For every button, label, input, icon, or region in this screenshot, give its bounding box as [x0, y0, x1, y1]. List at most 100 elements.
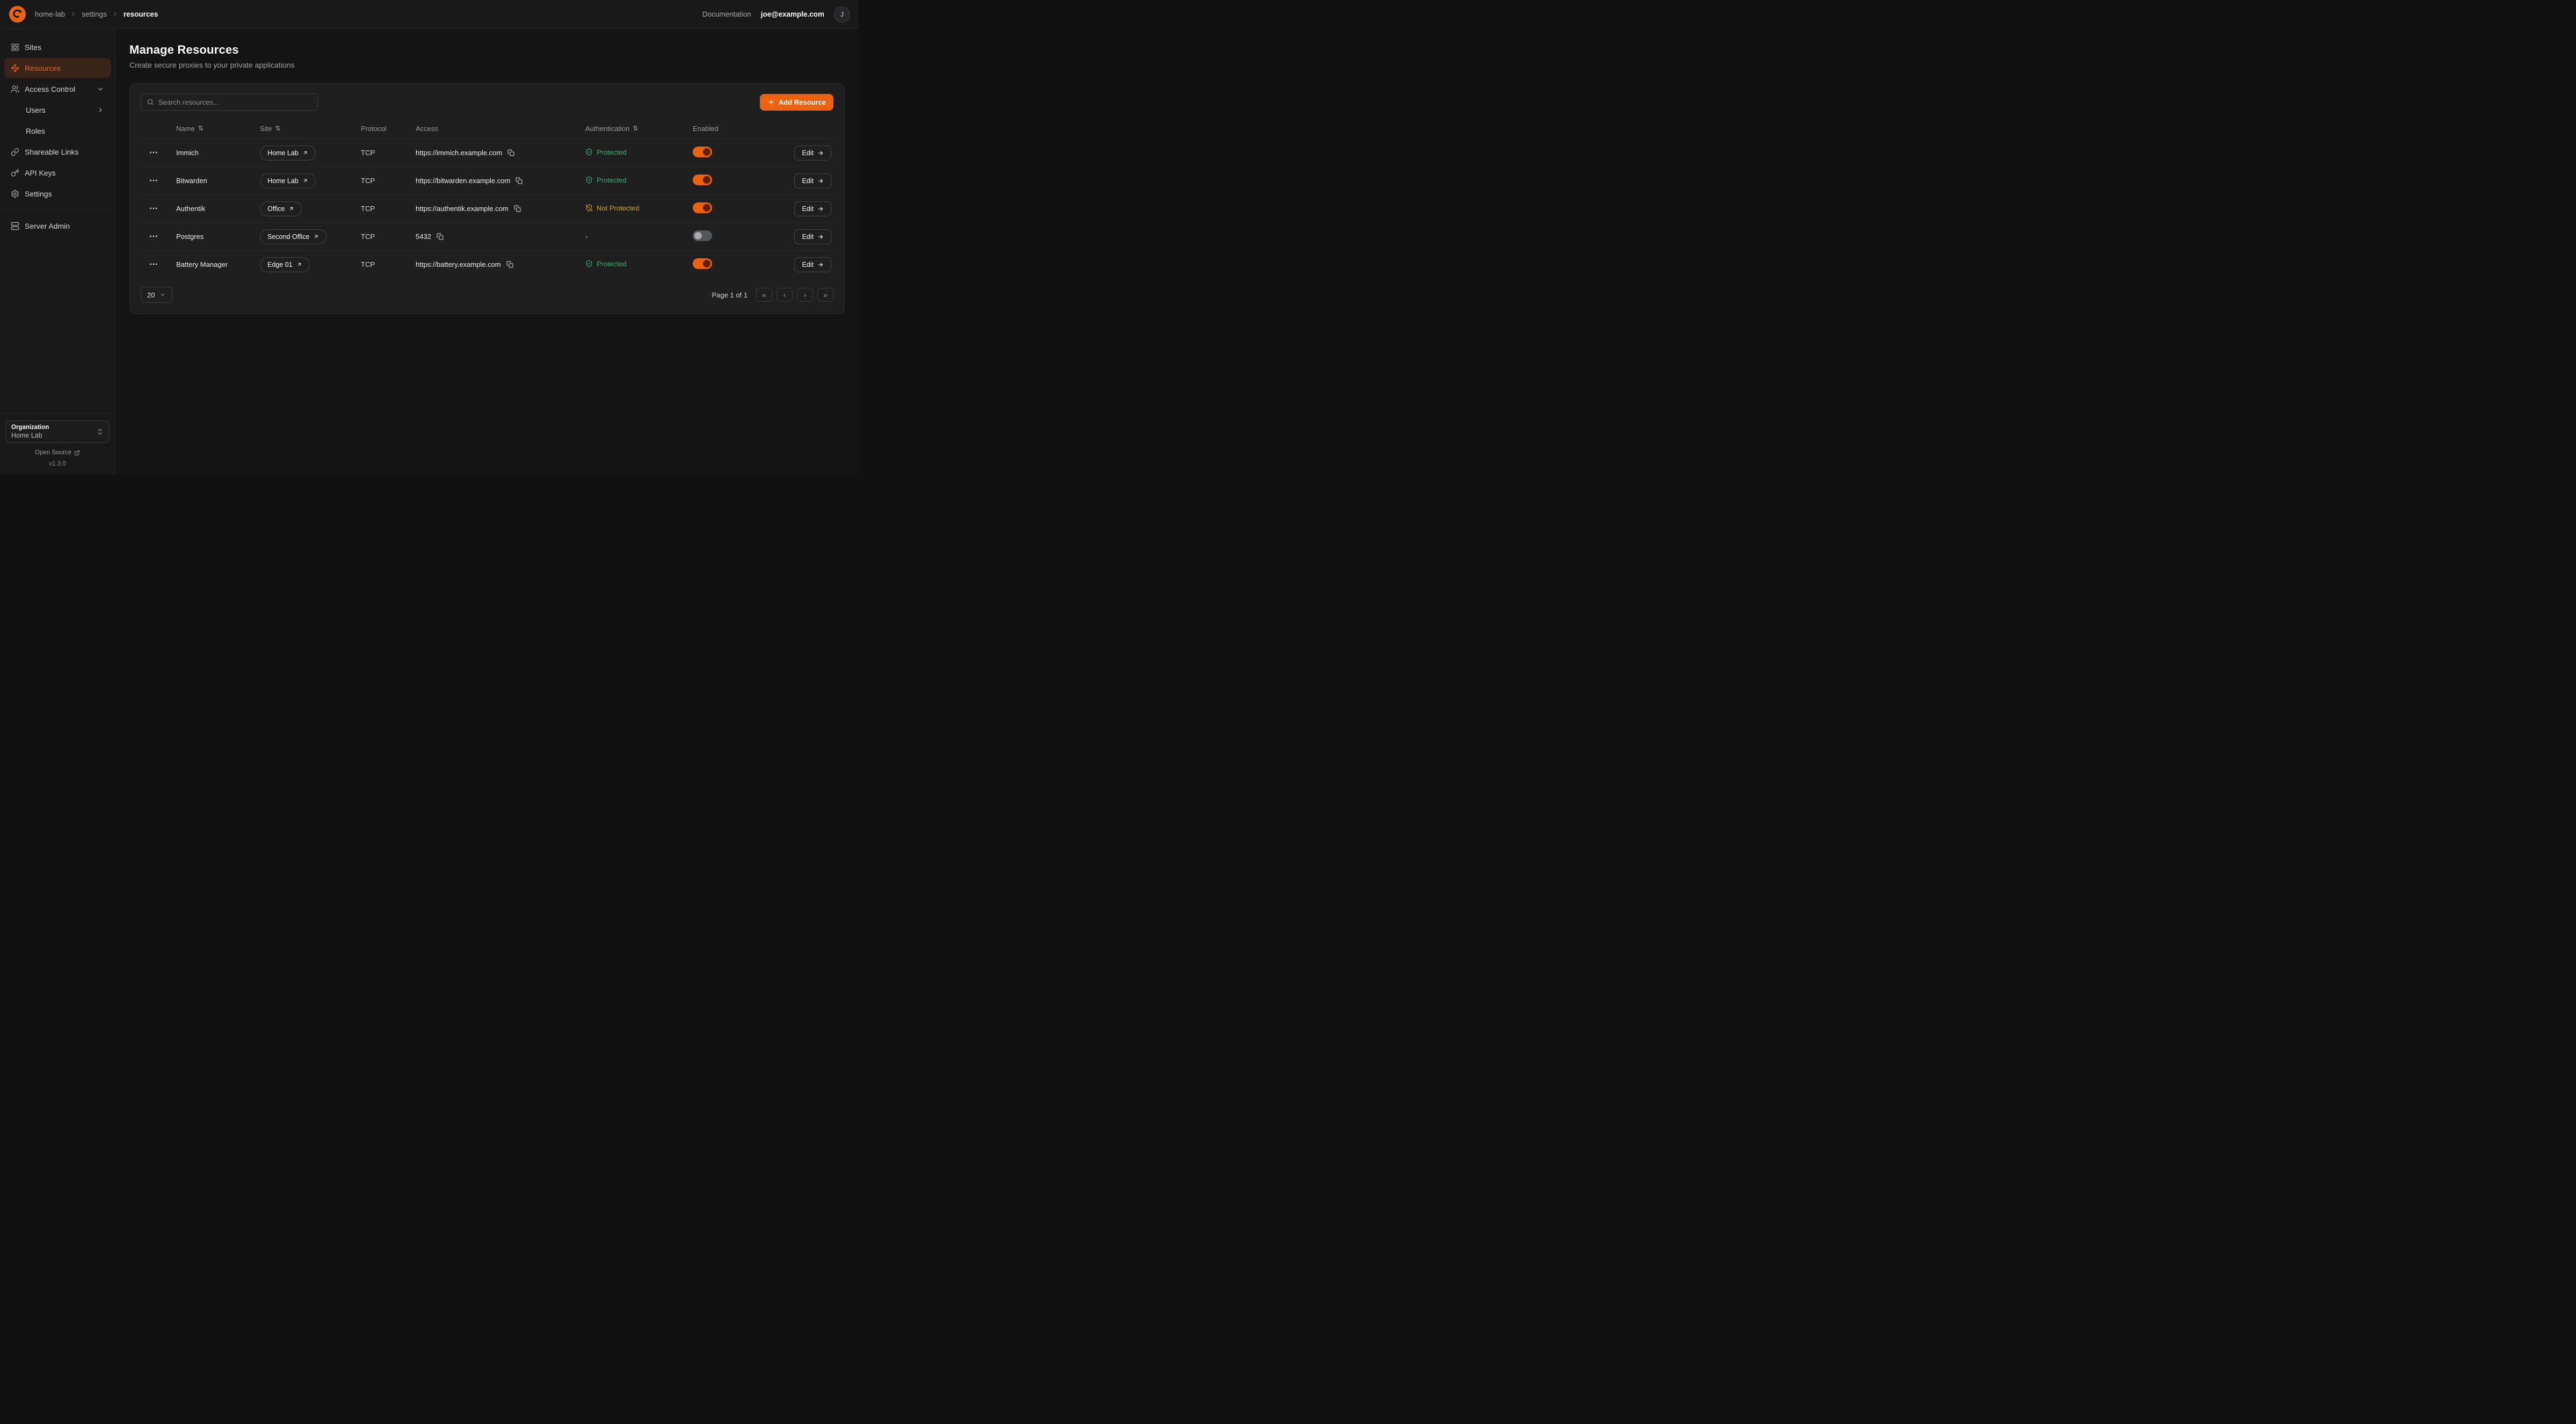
site-link-button[interactable]: Edge 01: [260, 257, 310, 272]
gear-icon: [11, 190, 19, 198]
access-cell: https://bitwarden.example.com: [416, 177, 585, 185]
copy-button[interactable]: [507, 149, 514, 156]
copy-button[interactable]: [516, 177, 523, 184]
auth-badge: Protected: [585, 148, 627, 156]
toggle-knob: [703, 204, 710, 212]
row-menu-button[interactable]: ⋯: [149, 177, 158, 185]
pagination-prev-button[interactable]: ‹: [777, 288, 793, 302]
arrow-right-icon: [817, 261, 824, 268]
enabled-toggle[interactable]: [693, 202, 712, 213]
site-link-button[interactable]: Home Lab: [260, 173, 316, 188]
sidebar-item-label: Users: [26, 106, 46, 114]
row-menu-button[interactable]: ⋯: [149, 260, 158, 269]
site-link-button[interactable]: Second Office: [260, 229, 326, 244]
edit-button[interactable]: Edit: [794, 146, 831, 161]
enabled-toggle[interactable]: [693, 230, 712, 241]
sidebar-item-shareable-links[interactable]: Shareable Links: [4, 142, 111, 162]
avatar[interactable]: J: [834, 6, 850, 23]
access-cell: https://immich.example.com: [416, 149, 585, 157]
sidebar-item-api-keys[interactable]: API Keys: [4, 163, 111, 183]
access-value: https://bitwarden.example.com: [416, 177, 510, 185]
row-menu-cell: ⋯: [141, 260, 171, 269]
sites-icon: [11, 43, 19, 52]
organization-selector[interactable]: Organization Home Lab: [5, 420, 110, 443]
breadcrumb-item-settings[interactable]: settings: [82, 10, 107, 18]
users-icon: [11, 85, 19, 93]
page-size-select[interactable]: 20: [141, 287, 172, 303]
pagination: Page 1 of 1 « ‹ › »: [712, 288, 834, 302]
enabled-toggle[interactable]: [693, 175, 712, 185]
documentation-link[interactable]: Documentation: [702, 10, 751, 18]
sidebar-item-label: Resources: [25, 64, 61, 72]
open-source-link[interactable]: Open Source: [35, 449, 80, 456]
arrow-up-right-icon: [288, 206, 294, 212]
user-email[interactable]: joe@example.com: [761, 10, 824, 18]
sort-icon: ⇅: [633, 125, 638, 132]
row-menu-button[interactable]: ⋯: [149, 149, 158, 157]
auth-cell: Protected: [585, 148, 693, 158]
copy-button[interactable]: [514, 205, 521, 212]
pagination-first-button[interactable]: «: [756, 288, 772, 302]
table-row: ⋯ Authentik Office TCP https://authentik…: [141, 194, 833, 222]
resource-name: Postgres: [171, 233, 260, 241]
enabled-toggle[interactable]: [693, 258, 712, 269]
sidebar-item-resources[interactable]: Resources: [4, 58, 111, 78]
sidebar-item-access-control[interactable]: Access Control: [4, 79, 111, 99]
column-header-authentication[interactable]: Authentication ⇅: [585, 125, 693, 133]
column-header-name[interactable]: Name ⇅: [171, 125, 260, 133]
add-resource-button[interactable]: Add Resource: [760, 94, 833, 111]
page-title: Manage Resources: [129, 43, 845, 57]
pagination-next-button[interactable]: ›: [797, 288, 813, 302]
sidebar-item-server-admin[interactable]: Server Admin: [4, 216, 111, 236]
access-value: https://immich.example.com: [416, 149, 502, 157]
resources-icon: [11, 64, 19, 72]
site-link-button[interactable]: Home Lab: [260, 146, 316, 161]
breadcrumb-item-home-lab[interactable]: home-lab: [35, 10, 65, 18]
site-label: Office: [267, 205, 285, 213]
shield-check-icon: [585, 148, 593, 156]
arrow-up-right-icon: [313, 234, 319, 239]
sidebar-item-sites[interactable]: Sites: [4, 37, 111, 57]
sidebar-item-settings[interactable]: Settings: [4, 184, 111, 204]
row-menu-cell: ⋯: [141, 177, 171, 185]
arrow-up-right-icon: [302, 150, 308, 156]
copy-button[interactable]: [506, 261, 513, 268]
row-menu-button[interactable]: ⋯: [149, 233, 158, 241]
enabled-toggle[interactable]: [693, 147, 712, 157]
site-label: Second Office: [267, 233, 309, 241]
pagination-last-button[interactable]: »: [817, 288, 833, 302]
server-icon: [11, 222, 19, 230]
resource-name: Bitwarden: [171, 177, 260, 185]
sidebar-item-label: Access Control: [25, 85, 75, 93]
site-cell: Home Lab: [260, 146, 361, 161]
resources-table: Name ⇅ Site ⇅ Protocol Access: [141, 118, 833, 278]
row-menu-button[interactable]: ⋯: [149, 205, 158, 213]
table-row: ⋯ Battery Manager Edge 01 TCP https://ba…: [141, 250, 833, 278]
edit-button[interactable]: Edit: [794, 201, 831, 216]
edit-button[interactable]: Edit: [794, 173, 831, 188]
column-header-access: Access: [416, 125, 585, 133]
sidebar-item-roles[interactable]: Roles: [4, 121, 111, 141]
chevron-right-icon: [70, 11, 77, 18]
shield-check-icon: [585, 176, 593, 184]
auth-cell: -: [585, 233, 693, 241]
sidebar-item-label: Roles: [26, 127, 45, 135]
row-menu-cell: ⋯: [141, 233, 171, 241]
enabled-cell: [693, 175, 766, 187]
page-size-value: 20: [147, 291, 155, 299]
actions-cell: Edit: [766, 146, 833, 161]
search-box: [141, 93, 318, 111]
table-row: ⋯ Postgres Second Office TCP 5432 -: [141, 222, 833, 250]
copy-button[interactable]: [437, 233, 444, 240]
link-icon: [11, 148, 19, 156]
column-header-site[interactable]: Site ⇅: [260, 125, 361, 133]
edit-button[interactable]: Edit: [794, 229, 831, 244]
search-input[interactable]: [158, 98, 312, 106]
search-icon: [147, 98, 154, 106]
access-value: 5432: [416, 233, 431, 241]
edit-button[interactable]: Edit: [794, 257, 831, 272]
table-row: ⋯ Immich Home Lab TCP https://immich.exa…: [141, 139, 833, 166]
sidebar-item-users[interactable]: Users: [4, 100, 111, 120]
app-logo-icon[interactable]: [9, 5, 26, 23]
site-link-button[interactable]: Office: [260, 201, 302, 216]
